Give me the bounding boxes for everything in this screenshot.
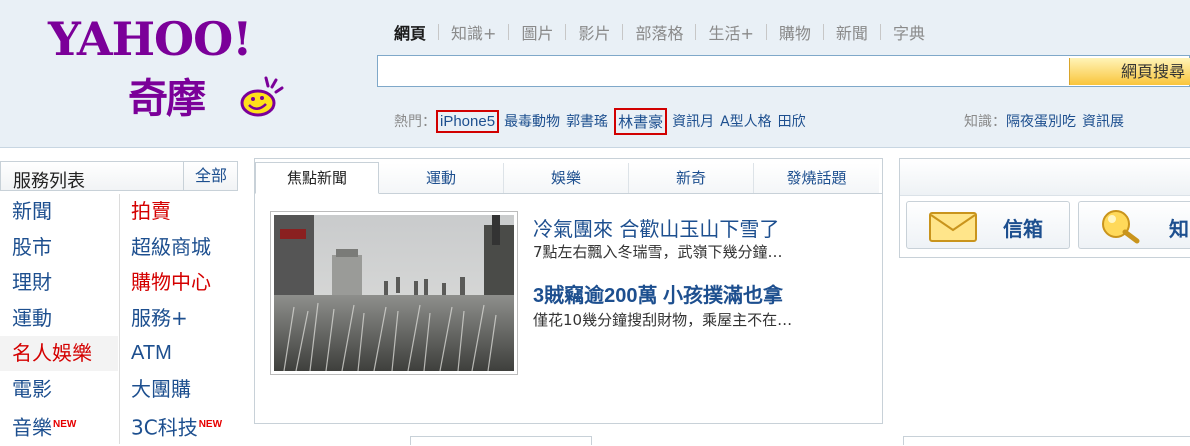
service-row: 新聞 拍賣 — [0, 194, 238, 230]
yahoo-kimo-logo[interactable]: YAHOO! 奇摩 — [40, 12, 310, 124]
web-search-button[interactable]: 網頁搜尋 — [1069, 58, 1190, 85]
search-tab-knowledge[interactable]: 知識+ — [439, 20, 508, 44]
news-summary-2: 僅花10幾分鐘搜刮財物，乘屋主不在… — [533, 311, 793, 329]
knowledge-hot: 知識： 隔夜蛋別吃 資訊展 — [964, 108, 1124, 134]
service-row: 股市 超級商城 — [0, 230, 238, 266]
service-row: 音樂NEW 3C科技NEW — [0, 407, 238, 443]
service-all-link[interactable]: 全部 — [183, 162, 238, 190]
knowledge-button[interactable]: 知 — [1078, 201, 1190, 249]
hot-item-iphone5[interactable]: iPhone5 — [436, 109, 500, 133]
search-tab-dictionary[interactable]: 字典 — [881, 20, 937, 44]
news-tabs: 焦點新聞 運動 娛樂 新奇 發燒話題 — [255, 162, 882, 194]
service-auction[interactable]: 拍賣 — [131, 194, 171, 229]
service-services-plus[interactable]: 服務+ — [131, 301, 188, 336]
news-headline-2[interactable]: 3賊竊逾200萬 小孩撲滿也拿 — [533, 279, 783, 308]
mail-button[interactable]: 信箱 — [906, 201, 1070, 249]
service-finance[interactable]: 理財 — [12, 265, 52, 300]
service-list: 服務列表 全部 新聞 拍賣 股市 超級商城 理財 購物中心 運動 服務+ 名人娛… — [0, 158, 238, 444]
news-panel: 焦點新聞 運動 娛樂 新奇 發燒話題 冷氣團來 合歡山玉山下雪了 7點左右飄入冬… — [254, 158, 883, 424]
service-row: 理財 購物中心 — [0, 265, 238, 301]
service-stocks[interactable]: 股市 — [12, 230, 52, 265]
news-headline-1[interactable]: 冷氣團來 合歡山玉山下雪了 — [533, 213, 779, 242]
knowledge-label-short: 知 — [1169, 217, 1189, 241]
news-tab-odd[interactable]: 新奇 — [629, 163, 754, 193]
hot-item-info-month[interactable]: 資訊月 — [672, 111, 714, 131]
service-3c-label: 3C科技 — [131, 415, 198, 440]
search-input[interactable] — [378, 56, 1068, 86]
new-badge: NEW — [198, 419, 223, 430]
search-tab-news[interactable]: 新聞 — [824, 20, 880, 44]
service-grid: 新聞 拍賣 股市 超級商城 理財 購物中心 運動 服務+ 名人娛樂 ATM 電影… — [0, 194, 238, 443]
search-tab-web[interactable]: 網頁 — [394, 20, 438, 44]
search-vertical-tabs: 網頁 知識+ 圖片 影片 部落格 生活+ 購物 新聞 字典 — [394, 20, 937, 44]
service-atm[interactable]: ATM — [131, 336, 172, 371]
logo-chinese-wordmark: 奇摩 — [128, 75, 206, 122]
hot-item-guo-shuyao[interactable]: 郭書瑤 — [566, 111, 608, 131]
hot-item-jeremy-lin[interactable]: 林書豪 — [614, 107, 668, 135]
news-tab-entertainment[interactable]: 娛樂 — [504, 163, 629, 193]
mail-label: 信箱 — [1003, 217, 1043, 241]
search-tab-blog[interactable]: 部落格 — [623, 20, 695, 44]
service-shopping-center[interactable]: 購物中心 — [131, 265, 211, 300]
service-celebrity[interactable]: 名人娛樂 — [0, 336, 118, 371]
service-list-title: 服務列表 — [13, 171, 85, 192]
knowledge-label: 知識： — [964, 114, 1006, 130]
lower-section-tab — [410, 436, 592, 445]
search-tab-life[interactable]: 生活+ — [696, 20, 765, 44]
service-super-mall[interactable]: 超級商城 — [131, 230, 211, 265]
news-photo[interactable] — [270, 211, 518, 375]
service-list-header: 服務列表 全部 — [0, 161, 238, 192]
news-tab-top[interactable]: 焦點新聞 — [255, 162, 379, 194]
hot-item-poisonous-animals[interactable]: 最毒動物 — [504, 111, 560, 131]
knowledge-item-eggs[interactable]: 隔夜蛋別吃 — [1006, 111, 1076, 131]
service-movies[interactable]: 電影 — [12, 372, 52, 407]
header: YAHOO! 奇摩 網頁 知識+ 圖片 影片 部落格 生活+ 購物 新聞 字典 … — [0, 0, 1190, 148]
frost-landscape-image — [274, 215, 514, 371]
quick-access-panel: 信箱 知 — [899, 158, 1190, 258]
service-news[interactable]: 新聞 — [12, 194, 52, 229]
mail-icon — [929, 212, 977, 242]
hot-searches: 熱門： iPhone5 最毒動物 郭書瑤 林書豪 資訊月 A型人格 田欣 — [394, 107, 812, 135]
service-sports[interactable]: 運動 — [12, 301, 52, 336]
hot-item-tian-xin[interactable]: 田欣 — [778, 111, 806, 131]
service-row: 運動 服務+ — [0, 301, 238, 337]
new-badge: NEW — [53, 419, 77, 430]
search-box: 網頁搜尋 — [377, 55, 1190, 87]
hot-item-type-a-personality[interactable]: A型人格 — [720, 111, 772, 131]
search-tab-images[interactable]: 圖片 — [509, 20, 565, 44]
search-tab-shopping[interactable]: 購物 — [767, 20, 823, 44]
search-tab-video[interactable]: 影片 — [566, 20, 622, 44]
logo-wordmark: YAHOO! — [48, 12, 252, 66]
service-music[interactable]: 音樂NEW — [12, 407, 76, 442]
hot-label: 熱門： — [394, 114, 436, 130]
news-tab-trending[interactable]: 發燒話題 — [754, 163, 879, 193]
knowledge-bulb-icon — [1102, 210, 1140, 244]
smiley-icon — [240, 76, 284, 117]
service-group-buy[interactable]: 大團購 — [131, 372, 191, 407]
service-row: 名人娛樂 ATM — [0, 336, 238, 372]
knowledge-item-expo[interactable]: 資訊展 — [1082, 111, 1124, 131]
quick-access-header — [900, 159, 1190, 196]
service-3c-tech[interactable]: 3C科技NEW — [131, 407, 222, 442]
news-summary-1: 7點左右飄入冬瑞雪，武嶺下幾分鐘… — [533, 243, 783, 261]
lower-right-section — [903, 436, 1190, 445]
service-row: 電影 大團購 — [0, 372, 238, 408]
service-music-label: 音樂 — [12, 415, 52, 440]
news-tab-sports[interactable]: 運動 — [379, 163, 504, 193]
